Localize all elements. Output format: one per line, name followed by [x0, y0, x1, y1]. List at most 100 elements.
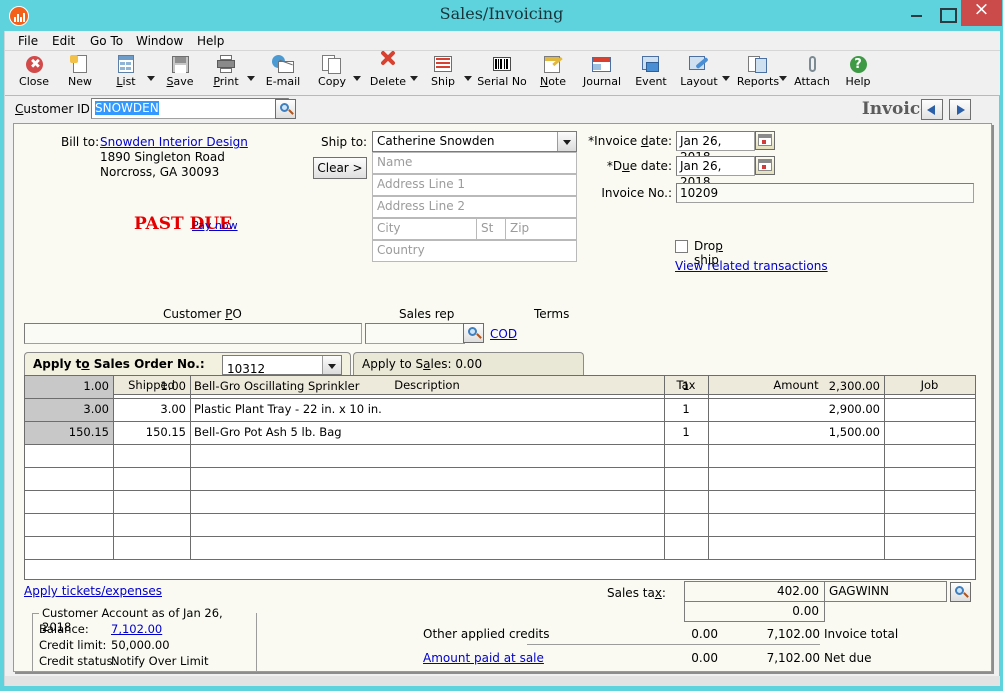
toolbar-email-button[interactable]: E-mail	[257, 53, 309, 94]
reports-dropdown-arrow[interactable]	[778, 71, 789, 85]
table-row[interactable]: 1.001.00Bell-Gro Oscillating Sprinkler12…	[25, 376, 975, 399]
terms-value-link[interactable]: COD	[490, 327, 517, 341]
table-row[interactable]: 3.003.00Plastic Plant Tray - 22 in. x 10…	[25, 399, 975, 422]
cell-remaining[interactable]	[25, 491, 113, 513]
minimize-button[interactable]	[901, 0, 931, 26]
menu-file[interactable]: File	[11, 34, 45, 48]
cell-description[interactable]: Bell-Gro Oscillating Sprinkler	[190, 376, 664, 398]
cell-remaining[interactable]	[25, 468, 113, 490]
sales-tax-lookup-button[interactable]	[950, 582, 971, 602]
cell-job[interactable]	[884, 514, 975, 536]
pay-now-link[interactable]: Pay now	[192, 219, 238, 232]
close-window-button[interactable]	[961, 0, 1002, 26]
chevron-down-icon[interactable]	[322, 356, 341, 374]
cell-shipped[interactable]: 150.15	[113, 422, 190, 444]
cell-job[interactable]	[884, 422, 975, 444]
toolbar-close-button[interactable]: ✖ Close	[11, 53, 57, 94]
cell-amount[interactable]	[708, 445, 884, 467]
ship-to-name-input[interactable]: Name	[372, 152, 577, 174]
ship-to-country-input[interactable]: Country	[372, 240, 577, 262]
toolbar-print-button[interactable]: Print	[203, 53, 249, 94]
due-date-calendar-icon[interactable]	[755, 156, 775, 175]
due-date-input[interactable]: Jan 26, 2018	[676, 156, 755, 176]
freight-amount-field[interactable]: 0.00	[684, 601, 825, 622]
customer-id-input[interactable]: SNOWDEN	[91, 98, 289, 119]
ship-to-city-input[interactable]: City	[372, 218, 477, 240]
customer-lookup-button[interactable]	[275, 99, 296, 119]
menu-window[interactable]: Window	[129, 34, 190, 48]
tab-apply-to-sales[interactable]: Apply to Sales: 0.00	[353, 352, 584, 376]
cell-remaining[interactable]	[25, 514, 113, 536]
cell-description[interactable]: Bell-Gro Pot Ash 5 lb. Bag	[190, 422, 664, 444]
cell-amount[interactable]: 2,900.00	[708, 399, 884, 421]
ship-to-combo[interactable]: Catherine Snowden	[372, 131, 577, 152]
cell-remaining[interactable]: 150.15	[25, 422, 113, 444]
ship-to-state-input[interactable]: St	[476, 218, 506, 240]
cell-shipped[interactable]	[113, 514, 190, 536]
cell-shipped[interactable]	[113, 445, 190, 467]
table-row[interactable]	[25, 468, 975, 491]
ship-dropdown-arrow[interactable]	[463, 71, 474, 85]
cell-job[interactable]	[884, 445, 975, 467]
amount-paid-at-sale-link[interactable]: Amount paid at sale	[423, 651, 544, 665]
cell-shipped[interactable]	[113, 468, 190, 490]
sales-rep-input[interactable]	[365, 323, 465, 344]
cell-amount[interactable]	[708, 468, 884, 490]
cell-amount[interactable]	[708, 491, 884, 513]
cell-description[interactable]	[190, 514, 664, 536]
tab-apply-to-sales-order[interactable]: Apply to Sales Order No.: 10312	[24, 352, 351, 376]
sales-tax-amount-field[interactable]: 402.00	[684, 581, 825, 602]
toolbar-ship-button[interactable]: Ship	[420, 53, 466, 94]
toolbar-copy-button[interactable]: Copy	[309, 53, 355, 94]
maximize-button[interactable]	[931, 0, 961, 26]
prev-record-button[interactable]	[921, 99, 943, 120]
print-dropdown-arrow[interactable]	[246, 71, 257, 85]
toolbar-note-button[interactable]: Note	[530, 53, 576, 94]
ship-to-zip-input[interactable]: Zip	[505, 218, 577, 240]
cell-job[interactable]	[884, 537, 975, 559]
table-row[interactable]	[25, 445, 975, 468]
cell-description[interactable]	[190, 537, 664, 559]
cell-tax[interactable]	[664, 514, 708, 536]
cell-amount[interactable]	[708, 537, 884, 559]
table-row[interactable]	[25, 537, 975, 560]
bill-to-customer-link[interactable]: Snowden Interior Design	[100, 135, 248, 149]
toolbar-layout-button[interactable]: Layout	[674, 53, 724, 94]
view-related-transactions-link[interactable]: View related transactions	[675, 259, 828, 273]
list-dropdown-arrow[interactable]	[146, 71, 157, 85]
copy-dropdown-arrow[interactable]	[352, 71, 363, 85]
cell-remaining[interactable]: 3.00	[25, 399, 113, 421]
table-row[interactable]	[25, 514, 975, 537]
cell-job[interactable]	[884, 399, 975, 421]
balance-value-link[interactable]: 7,102.00	[111, 622, 162, 636]
layout-dropdown-arrow[interactable]	[721, 71, 732, 85]
cell-tax[interactable]	[664, 445, 708, 467]
menu-go-to[interactable]: Go To	[83, 34, 130, 48]
toolbar-attach-button[interactable]: Attach	[789, 53, 835, 94]
ship-to-address1-input[interactable]: Address Line 1	[372, 174, 577, 196]
sales-tax-code-field[interactable]: GAGWINN	[824, 581, 947, 602]
cell-remaining[interactable]	[25, 537, 113, 559]
line-items-grid[interactable]: Remaining Shipped Description Tax Amount…	[24, 375, 976, 580]
clear-button[interactable]: Clear >	[313, 157, 367, 179]
toolbar-serialno-button[interactable]: Serial No	[474, 53, 530, 94]
chevron-down-icon[interactable]	[557, 132, 576, 151]
apply-tickets-expenses-link[interactable]: Apply tickets/expenses	[24, 584, 162, 598]
cell-shipped[interactable]: 1.00	[113, 376, 190, 398]
invoice-date-input[interactable]: Jan 26, 2018	[676, 131, 755, 151]
cell-tax[interactable]	[664, 537, 708, 559]
cell-job[interactable]	[884, 376, 975, 398]
menu-edit[interactable]: Edit	[45, 34, 82, 48]
cell-tax[interactable]: 1	[664, 399, 708, 421]
menu-help[interactable]: Help	[190, 34, 231, 48]
next-record-button[interactable]	[949, 99, 971, 120]
toolbar-help-button[interactable]: ? Help	[835, 53, 881, 94]
table-row[interactable]: 150.15150.15Bell-Gro Pot Ash 5 lb. Bag11…	[25, 422, 975, 445]
cell-tax[interactable]	[664, 468, 708, 490]
toolbar-reports-button[interactable]: Reports	[732, 53, 784, 94]
cell-shipped[interactable]	[113, 491, 190, 513]
toolbar-list-button[interactable]: List	[103, 53, 149, 94]
sales-rep-lookup-button[interactable]	[463, 323, 484, 343]
cell-amount[interactable]	[708, 514, 884, 536]
cell-description[interactable]: Plastic Plant Tray - 22 in. x 10 in.	[190, 399, 664, 421]
